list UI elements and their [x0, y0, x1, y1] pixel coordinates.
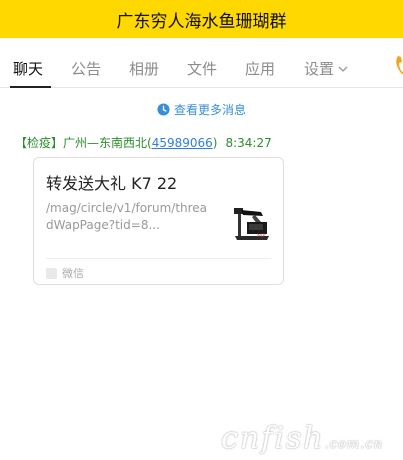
product-thumbnail-icon: MP — [231, 200, 273, 244]
card-title: 转发送大礼 K7 22 — [46, 174, 178, 193]
svg-text:MP: MP — [257, 233, 266, 239]
active-tab-indicator — [10, 86, 51, 88]
watermark-text: cnfish — [221, 421, 325, 456]
card-source: 微信 — [46, 265, 84, 281]
tab-settings[interactable]: 设置 — [304, 58, 348, 79]
site-watermark: cnfish.com.cn — [221, 421, 383, 456]
message-header: 【检疫】广州—东南西北(45989066) 8:34:27 — [15, 134, 272, 151]
window-title-bar: 广东穷人海水鱼珊瑚群 — [0, 0, 403, 38]
sender-close-paren: ) — [212, 136, 218, 150]
clock-icon — [157, 103, 170, 116]
tab-bar: 聊天 公告 相册 文件 应用 设置 — [0, 38, 403, 88]
card-divider — [46, 258, 271, 259]
tab-announcement[interactable]: 公告 — [71, 58, 101, 79]
wechat-icon — [46, 267, 57, 279]
chevron-down-icon — [338, 58, 348, 76]
group-title: 广东穷人海水鱼珊瑚群 — [116, 11, 287, 32]
card-source-label: 微信 — [62, 267, 84, 280]
card-url: /mag/circle/v1/forum/threadWapPage?tid=8… — [46, 201, 208, 232]
tab-files[interactable]: 文件 — [187, 58, 217, 79]
watermark-sub: .com.cn — [324, 437, 383, 452]
phone-icon[interactable] — [395, 54, 403, 78]
sender-qq-link[interactable]: 45989066 — [152, 136, 213, 150]
message-time: 8:34:27 — [225, 136, 272, 150]
tab-apps[interactable]: 应用 — [245, 58, 275, 79]
view-more-messages-link[interactable]: 查看更多消息 — [0, 101, 403, 118]
sender-name: 【检疫】广州—东南西北( — [15, 136, 152, 150]
shared-link-card[interactable]: 转发送大礼 K7 22 /mag/circle/v1/forum/threadW… — [33, 157, 284, 285]
tab-settings-label: 设置 — [304, 60, 335, 78]
tab-album[interactable]: 相册 — [129, 58, 159, 79]
view-more-label: 查看更多消息 — [173, 103, 246, 117]
tab-chat[interactable]: 聊天 — [13, 58, 43, 79]
